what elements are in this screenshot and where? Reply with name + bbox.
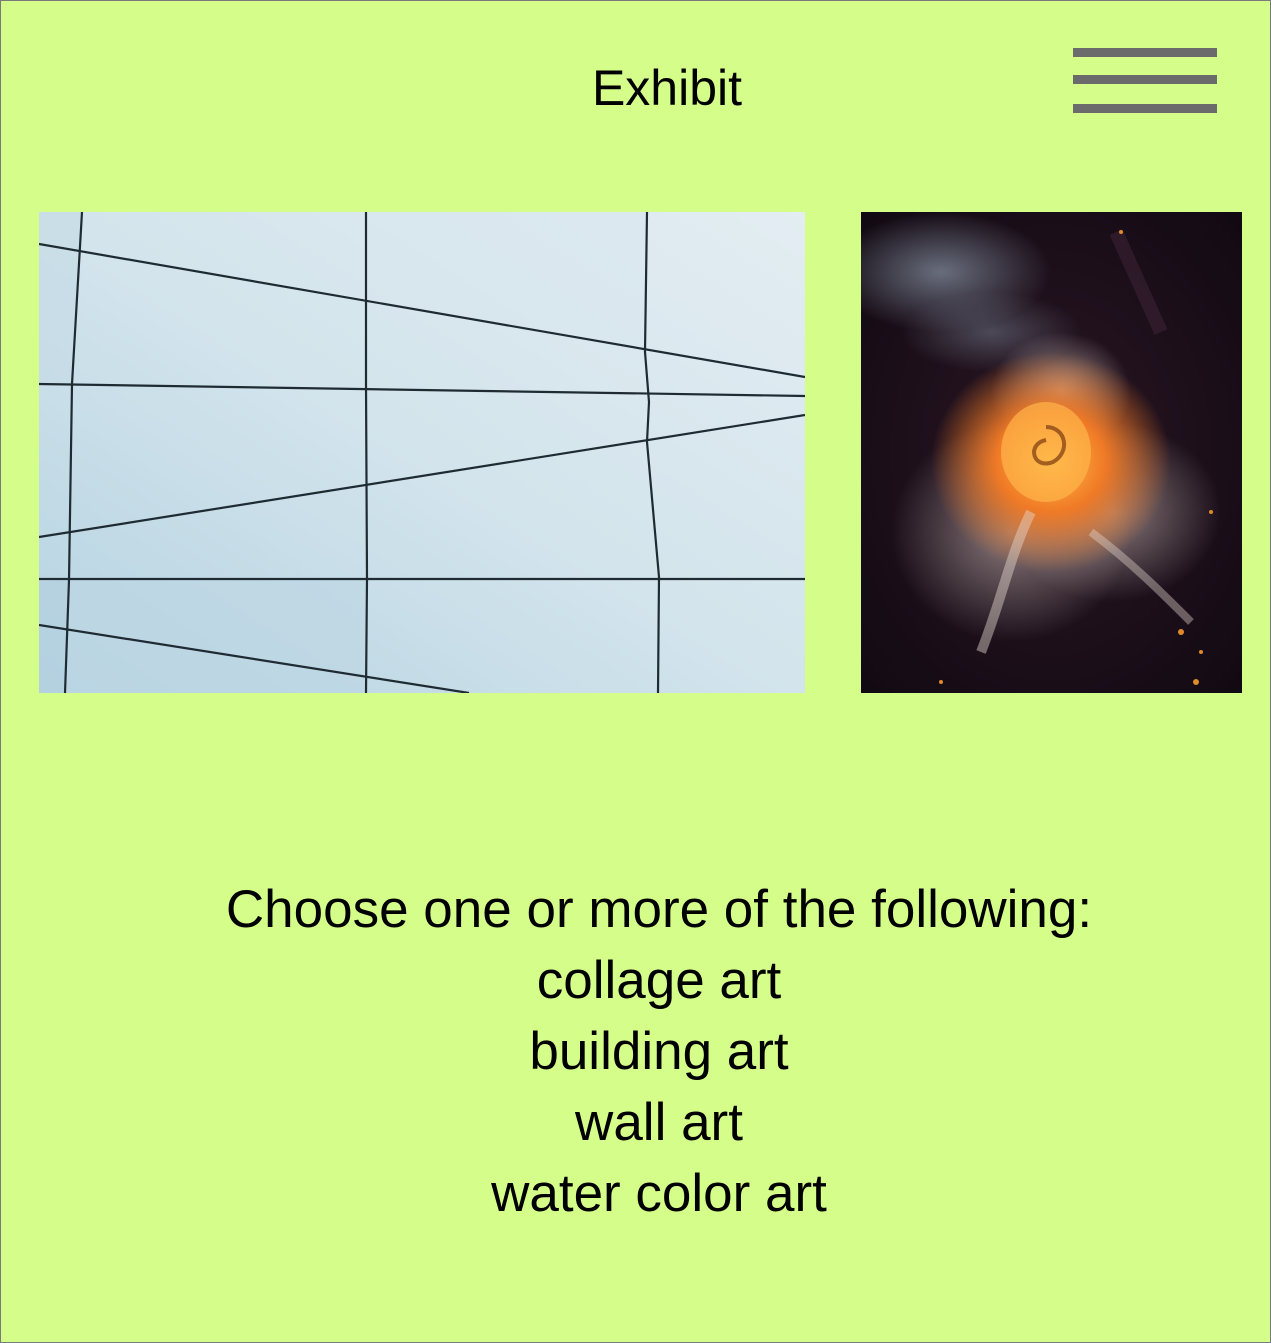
menu-bar-bottom — [1073, 104, 1217, 113]
artwork-image-geometric[interactable] — [39, 212, 805, 693]
option-collage-art[interactable]: collage art — [1, 945, 1271, 1016]
selection-panel: Choose one or more of the following: col… — [1, 874, 1271, 1229]
menu-bar-middle — [1073, 75, 1217, 84]
geometric-facade-illustration — [39, 212, 805, 693]
hamburger-menu-icon[interactable] — [1073, 45, 1217, 117]
option-wall-art[interactable]: wall art — [1, 1087, 1271, 1158]
abstract-fluid-illustration — [861, 212, 1242, 693]
menu-bar-top — [1073, 48, 1217, 57]
option-building-art[interactable]: building art — [1, 1016, 1271, 1087]
artwork-image-abstract[interactable] — [861, 212, 1242, 693]
option-water-color-art[interactable]: water color art — [1, 1158, 1271, 1229]
selection-prompt: Choose one or more of the following: — [225, 880, 1093, 939]
